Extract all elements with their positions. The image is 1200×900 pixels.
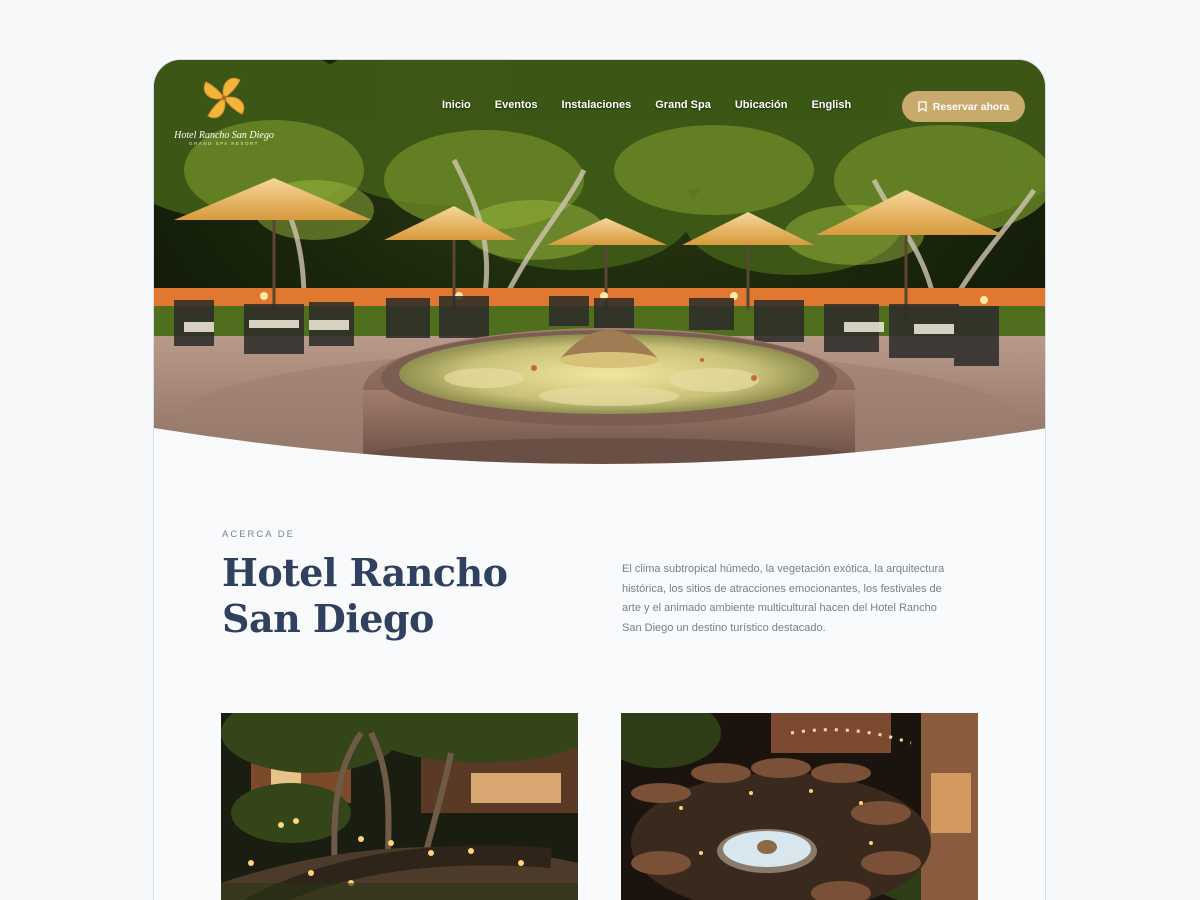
section-eyebrow: ACERCA DE <box>222 529 295 540</box>
nav-item-instalaciones[interactable]: Instalaciones <box>562 99 632 111</box>
brand-name: Hotel Rancho San Diego <box>174 130 274 141</box>
garden-path-night-photo <box>221 713 578 900</box>
bookmark-icon <box>918 101 927 112</box>
nav-item-eventos[interactable]: Eventos <box>495 99 538 111</box>
gallery-image-2 <box>621 713 978 900</box>
aerial-terrace-night-photo <box>621 713 978 900</box>
hero-bottom-curve <box>154 428 1045 470</box>
nav-item-inicio[interactable]: Inicio <box>442 99 471 111</box>
about-description: El clima subtropical húmedo, la vegetaci… <box>622 563 945 634</box>
hero-image: Hotel Rancho San Diego GRAND SPA RESORT … <box>154 60 1045 470</box>
reserve-button[interactable]: Reservar ahora <box>902 91 1025 122</box>
brand-tagline: GRAND SPA RESORT <box>189 141 259 146</box>
nav-item-grand-spa[interactable]: Grand Spa <box>655 99 711 111</box>
reserve-button-label: Reservar ahora <box>932 100 1010 113</box>
gallery-image-1 <box>221 713 578 900</box>
pinwheel-flower-icon <box>203 77 245 119</box>
about-title: Hotel Rancho San Diego <box>222 550 508 641</box>
nav-item-english[interactable]: English <box>811 99 851 111</box>
brand-logo[interactable]: Hotel Rancho San Diego GRAND SPA RESORT <box>174 72 274 146</box>
nav-item-ubicacion[interactable]: Ubicación <box>735 99 788 111</box>
main-nav: Inicio Eventos Instalaciones Grand Spa U… <box>442 99 875 111</box>
page-frame: Hotel Rancho San Diego GRAND SPA RESORT … <box>153 59 1046 900</box>
